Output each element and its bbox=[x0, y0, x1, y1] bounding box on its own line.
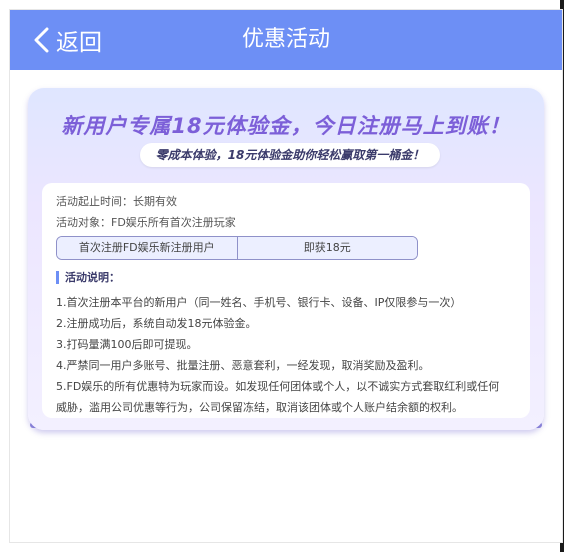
rule-item: 4.严禁同一用户多账号、批量注册、恶意套利，一经发现，取消奖励及盈利。 bbox=[56, 359, 430, 372]
rule-item: 威胁，滥用公司优惠等行为，公司保留冻结，取消该团体或个人账户结余额的权利。 bbox=[56, 401, 463, 414]
back-button[interactable]: 返回 bbox=[32, 10, 102, 70]
activity-period: 活动起止时间：长期有效 bbox=[56, 195, 177, 208]
rule-item: 3.打码量满100后即可提现。 bbox=[56, 338, 198, 351]
reward-table-condition: 首次注册FD娱乐新注册用户 bbox=[57, 237, 237, 259]
app-screen: 优惠活动 返回 新用户专属18元体验金，今日注册马上到账！ 零成本体验，18元体… bbox=[10, 10, 562, 542]
rule-item: 1.首次注册本平台的新用户（同一姓名、手机号、银行卡、设备、IP仅限参与一次） bbox=[56, 296, 462, 309]
rule-item: 5.FD娱乐的所有优惠特为玩家而设。如发现任何团体或个人，以不诚实方式套取红利或… bbox=[56, 380, 500, 393]
reward-table-reward: 即获18元 bbox=[236, 237, 417, 259]
promo-subtitle: 零成本体验，18元体验金助你轻松赢取第一桶金！ bbox=[140, 143, 440, 167]
activity-target: 活动对象：FD娱乐所有首次注册玩家 bbox=[56, 216, 236, 229]
promo-card: 新用户专属18元体验金，今日注册马上到账！ 零成本体验，18元体验金助你轻松赢取… bbox=[28, 88, 544, 430]
chevron-left-icon bbox=[34, 27, 49, 53]
top-nav-bar: 优惠活动 返回 bbox=[10, 10, 562, 70]
promo-headline: 新用户专属18元体验金，今日注册马上到账！ bbox=[61, 114, 511, 138]
promo-details-panel: 活动起止时间：长期有效 活动对象：FD娱乐所有首次注册玩家 首次注册FD娱乐新注… bbox=[42, 183, 530, 418]
rule-item: 2.注册成功后，系统自动发18元体验金。 bbox=[56, 317, 257, 330]
rules-section-title: 活动说明： bbox=[56, 271, 120, 284]
back-label: 返回 bbox=[56, 30, 102, 56]
reward-table: 首次注册FD娱乐新注册用户 即获18元 bbox=[56, 236, 418, 260]
